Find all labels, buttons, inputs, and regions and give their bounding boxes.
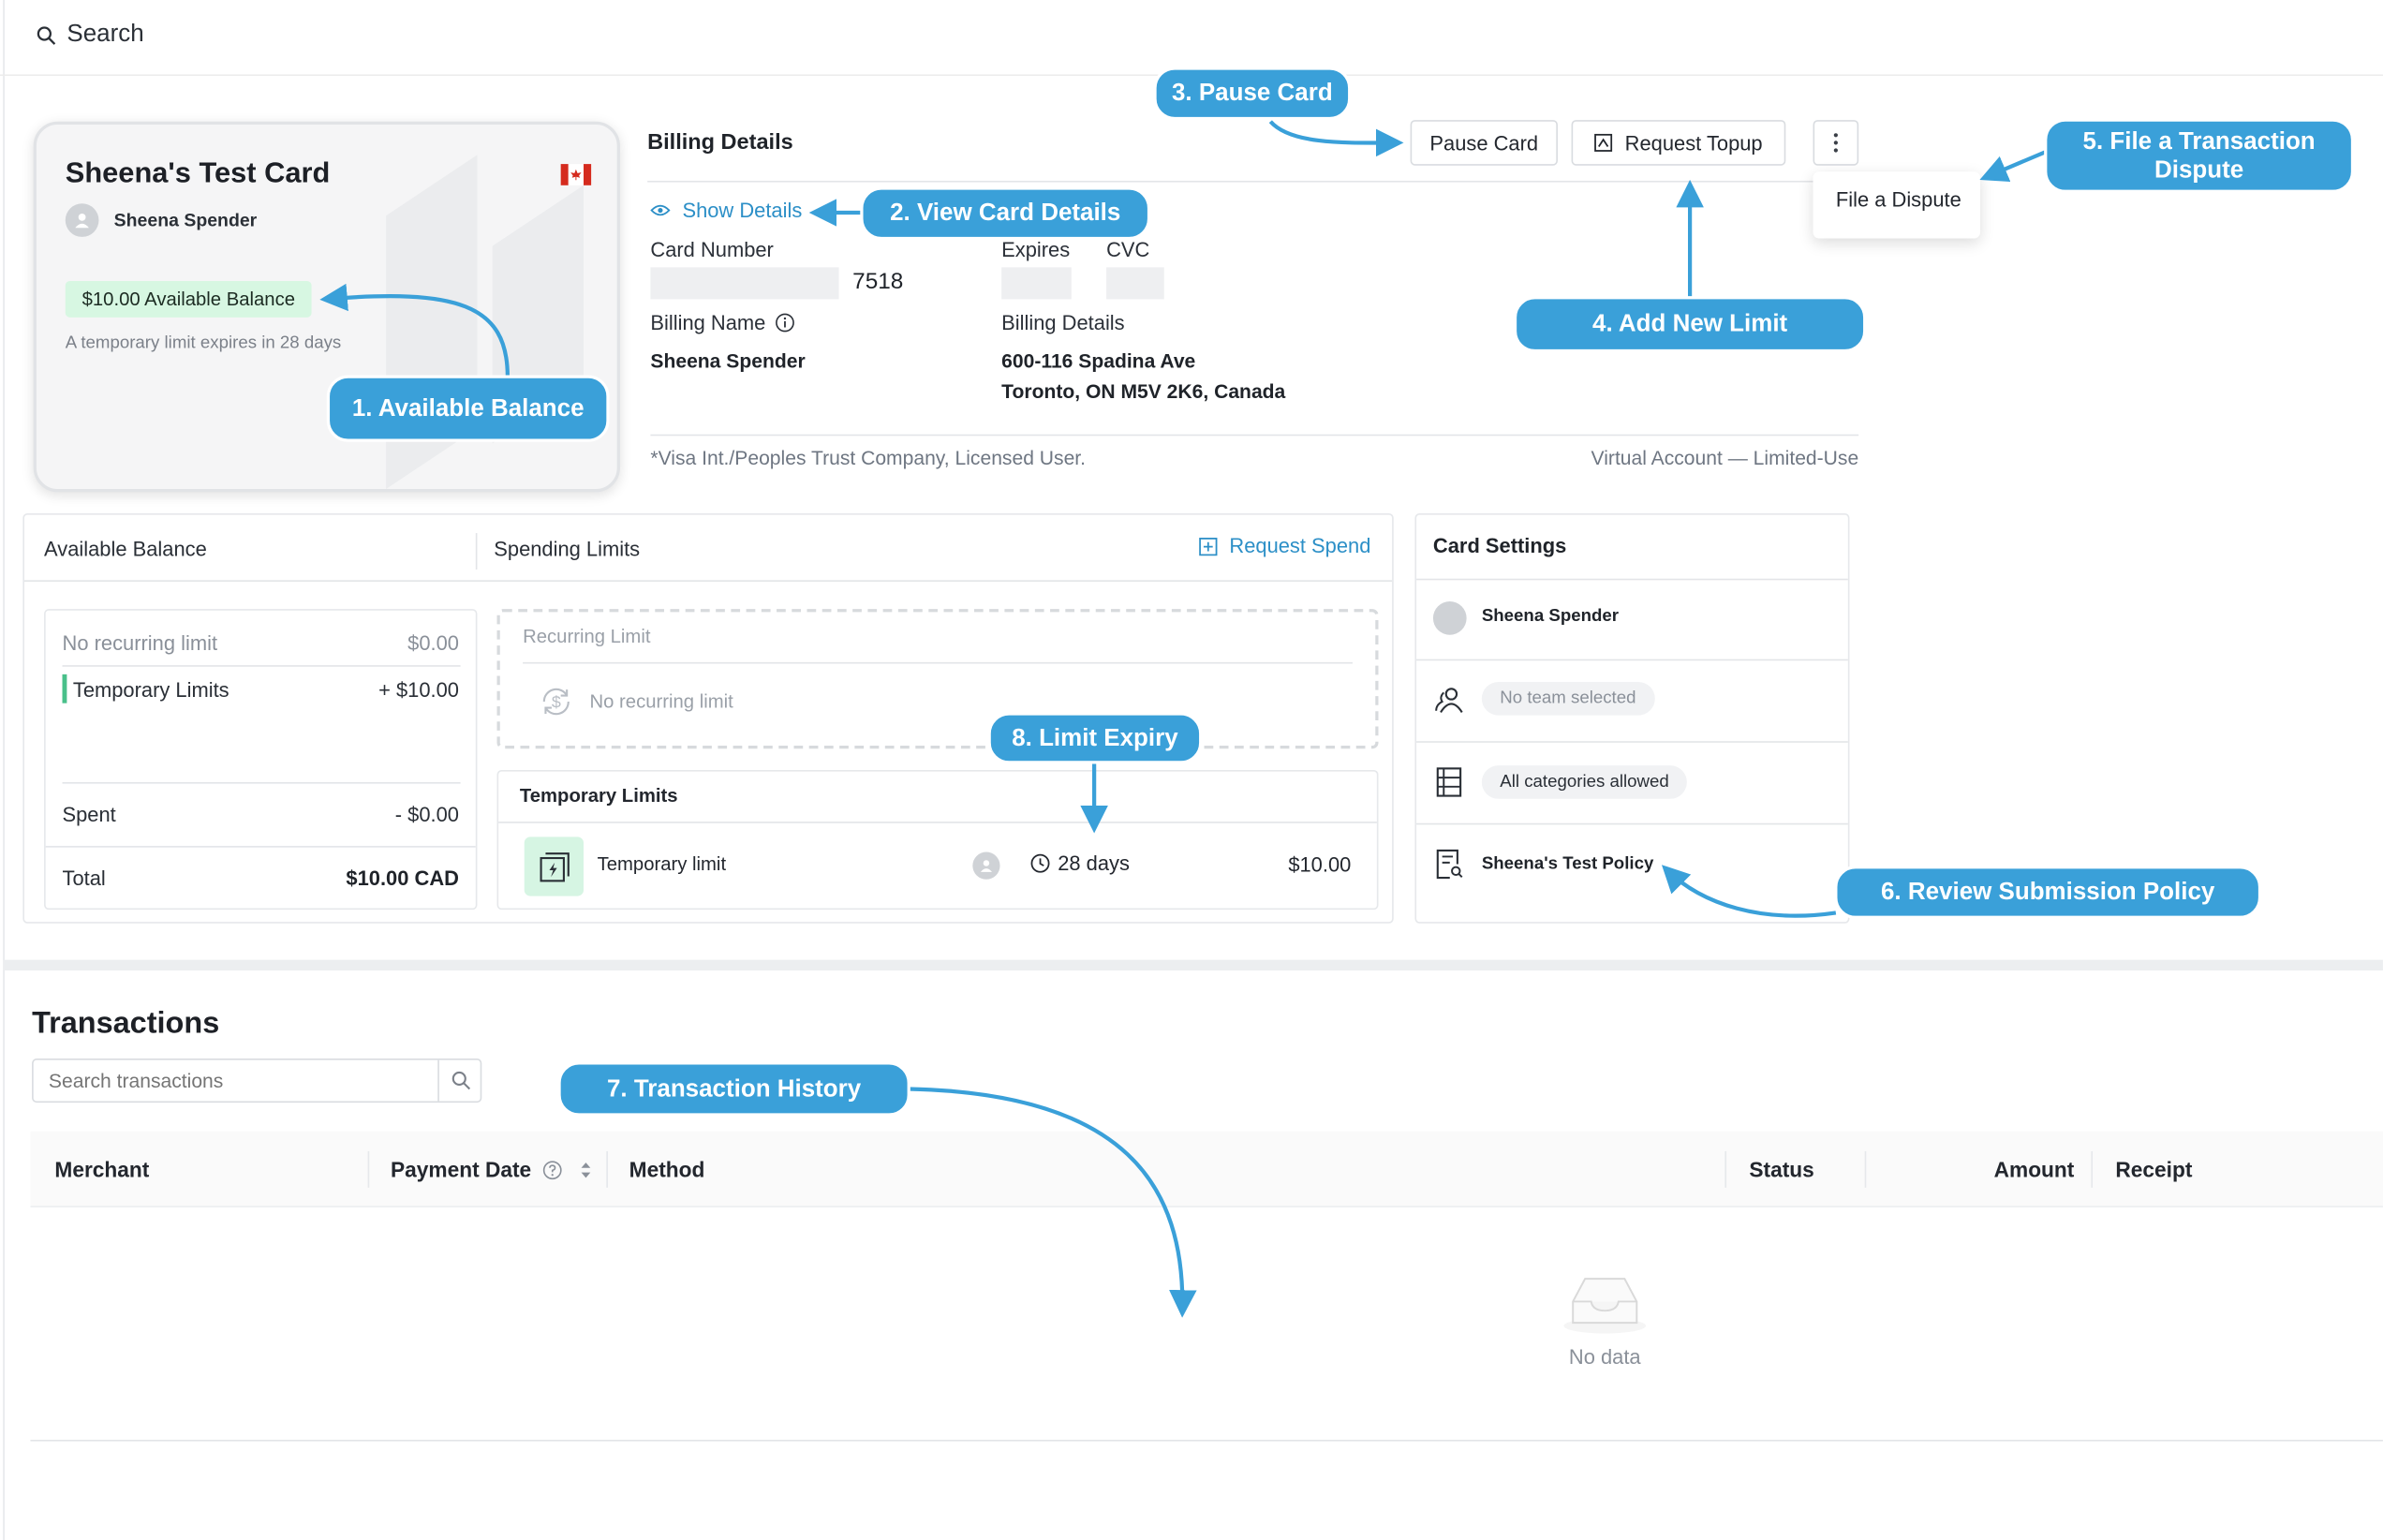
callout-limit-expiry: 8. Limit Expiry bbox=[987, 712, 1203, 764]
callout-file-dispute: 5. File a Transaction Dispute bbox=[2044, 118, 2355, 193]
callout-add-new-limit: 4. Add New Limit bbox=[1513, 296, 1867, 353]
arrow-policy bbox=[1661, 865, 1837, 918]
arrow-transaction-history bbox=[909, 1087, 1197, 1318]
arrow-file-dispute bbox=[1979, 150, 2047, 183]
arrow-pause-card bbox=[1268, 120, 1404, 157]
callout-review-policy: 6. Review Submission Policy bbox=[1834, 866, 2262, 919]
card-detail-page: Search Sheena's Test Card Sheena Spender… bbox=[0, 0, 2383, 1540]
arrow-available-balance bbox=[319, 283, 510, 378]
callout-view-card-details: 2. View Card Details bbox=[860, 186, 1151, 241]
callout-transaction-history: 7. Transaction History bbox=[557, 1061, 910, 1117]
annotation-arrows bbox=[319, 120, 2047, 1318]
callout-available-balance: 1. Available Balance bbox=[326, 375, 610, 442]
callout-pause-card: 3. Pause Card bbox=[1153, 67, 1352, 121]
